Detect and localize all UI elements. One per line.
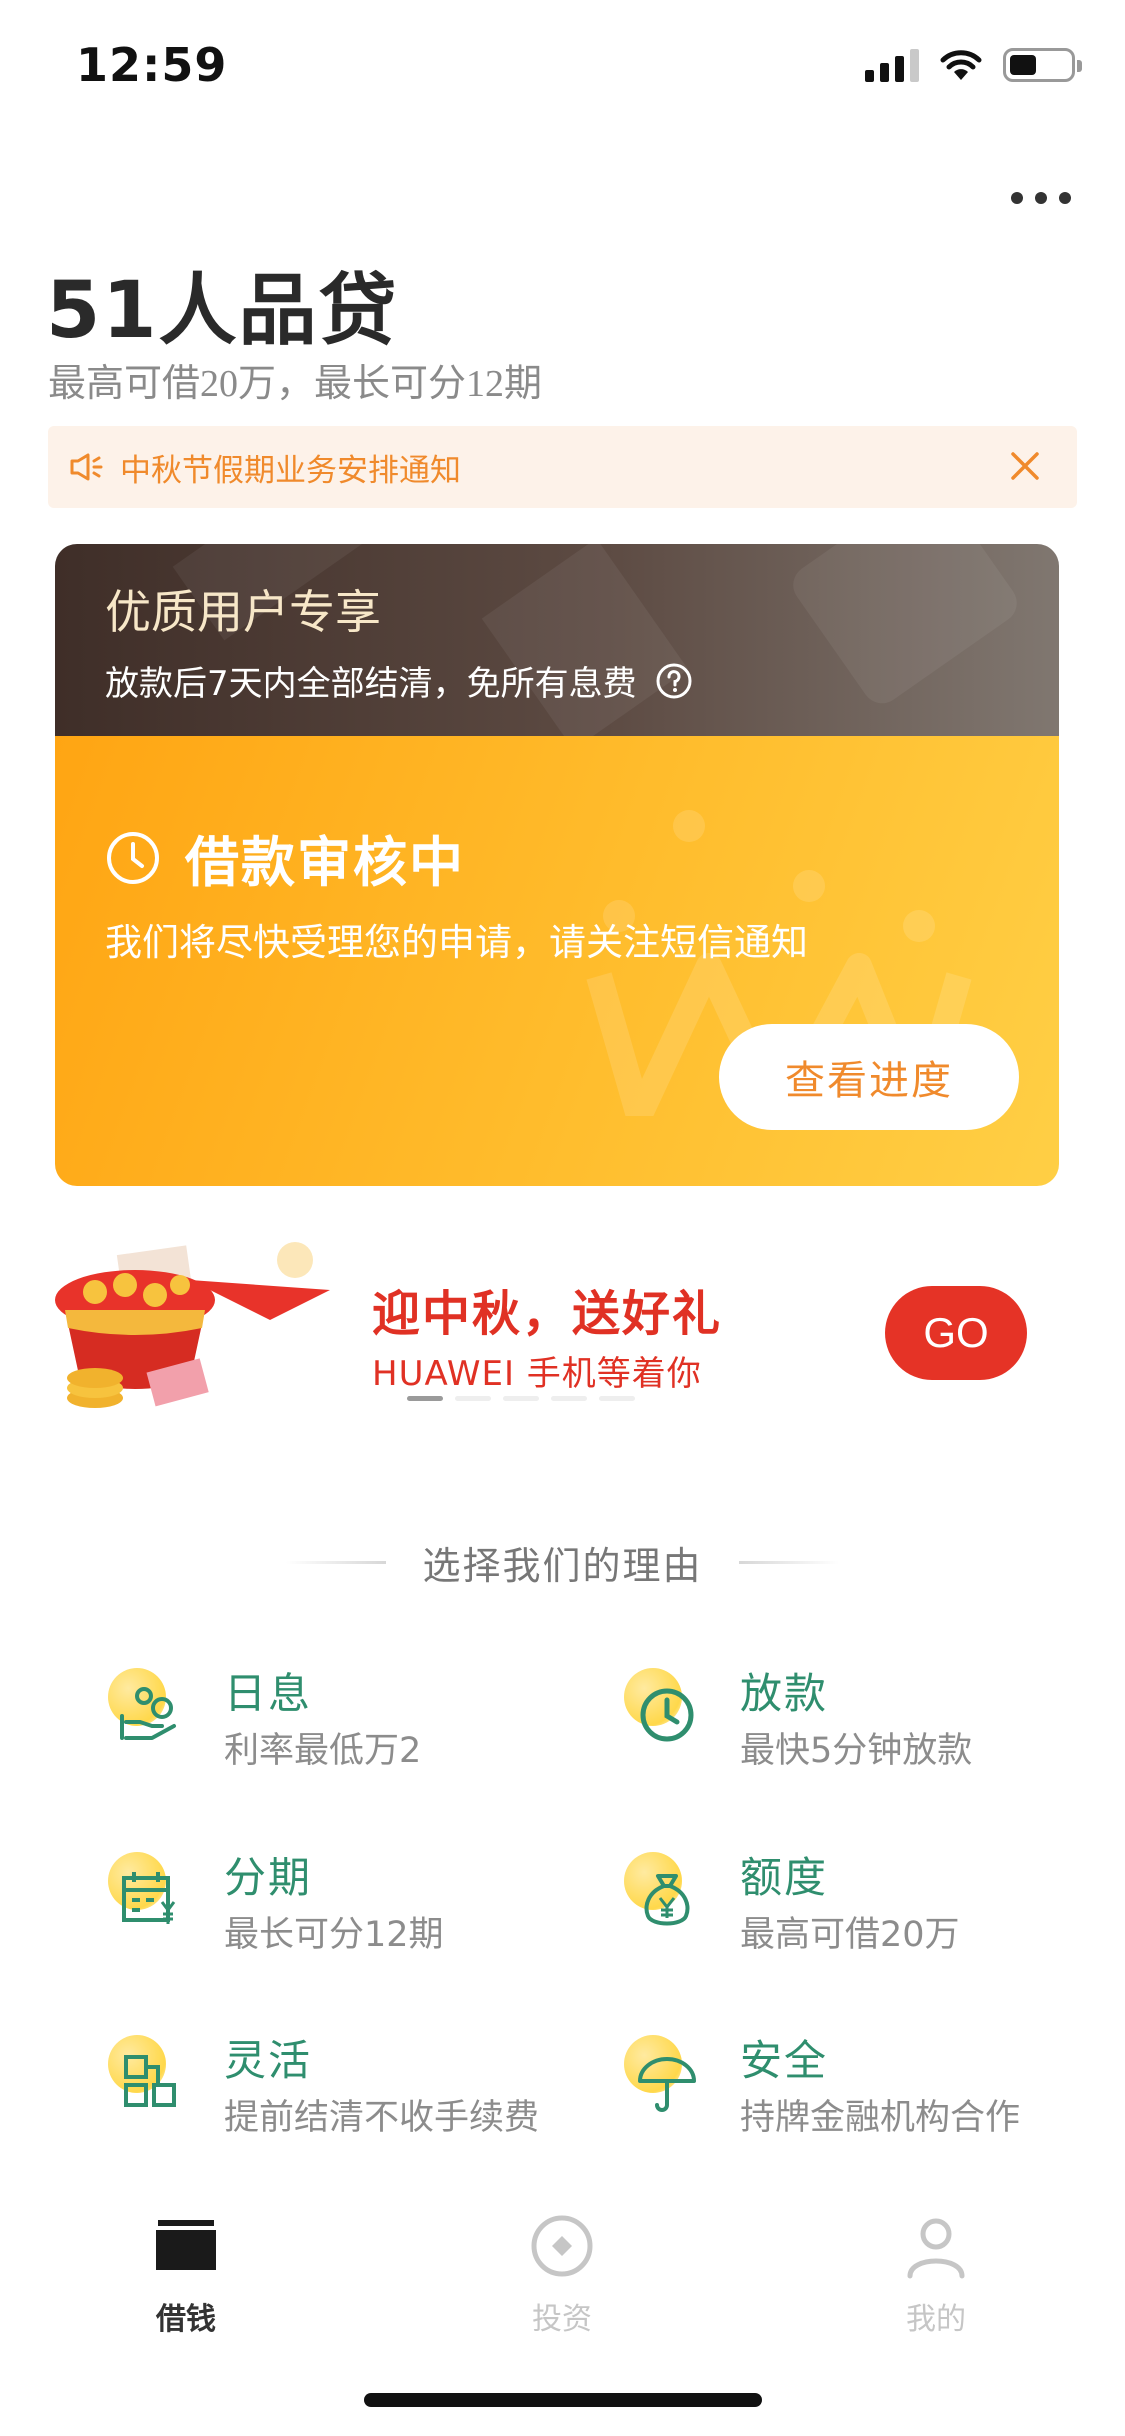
battery-icon: [1003, 48, 1082, 82]
reasons-heading-text: 选择我们的理由: [422, 1544, 703, 1588]
feature-title: 安全: [740, 2036, 829, 2085]
tab-label: 借钱: [156, 2302, 216, 2337]
go-button[interactable]: GO: [885, 1286, 1027, 1380]
premium-subtitle-row: 放款后7天内全部结清，免所有息费: [105, 656, 693, 705]
tab-borrow[interactable]: 借钱: [96, 2210, 276, 2340]
tab-label: 我的: [906, 2302, 966, 2337]
feature-desc: 利率最低万2: [224, 1731, 422, 1771]
blocks-icon: [124, 2055, 176, 2107]
coin-icon: [531, 2215, 593, 2277]
tab-profile[interactable]: 我的: [846, 2210, 1026, 2340]
app-title: 51人品贷: [46, 266, 399, 356]
view-progress-button[interactable]: 查看进度: [719, 1024, 1019, 1130]
notice-text: 中秋节假期业务安排通知: [120, 452, 461, 489]
feature-desc: 最快5分钟放款: [740, 1731, 973, 1771]
feature-desc: 最长可分12期: [224, 1915, 444, 1955]
umbrella-icon: [638, 2057, 696, 2112]
feature-desc: 持牌金融机构合作: [740, 2098, 1021, 2138]
carousel-dot[interactable]: [407, 1396, 443, 1401]
tab-invest[interactable]: 投资: [472, 2210, 652, 2340]
feature-title: 放款: [740, 1669, 829, 1718]
gift-basket-illustration: [55, 1242, 330, 1408]
notice-bar[interactable]: 中秋节假期业务安排通知: [48, 426, 1077, 508]
tab-label: 投资: [532, 2302, 592, 2337]
interest-hand-icon: [120, 1687, 176, 1740]
premium-title: 优质用户专享: [105, 585, 381, 639]
feature-security: 安全 持牌金融机构合作: [620, 2027, 1100, 2147]
status-icons: [865, 48, 1082, 82]
carousel-dot[interactable]: [503, 1396, 539, 1401]
clock-icon: [640, 1688, 694, 1742]
feature-daily-interest: 日息 利率最低万2: [104, 1660, 584, 1780]
reasons-heading: 选择我们的理由: [0, 1535, 1125, 1590]
feature-title: 分期: [224, 1853, 313, 1902]
feature-desc: 提前结清不收手续费: [224, 2098, 540, 2138]
feature-title: 灵活: [224, 2036, 313, 2085]
review-status-title: 借款审核中: [185, 831, 465, 894]
feature-title: 日息: [224, 1669, 313, 1718]
premium-user-header: 优质用户专享 放款后7天内全部结清，免所有息费: [55, 544, 1059, 750]
cellular-signal-icon: [865, 48, 919, 82]
app-subtitle: 最高可借20万，最长可分12期: [48, 363, 543, 405]
status-time: 12:59: [76, 38, 228, 92]
wifi-icon: [940, 50, 982, 80]
speaker-icon: [70, 453, 103, 481]
calendar-yen-icon: [122, 1872, 176, 1924]
carousel-dot[interactable]: [551, 1396, 587, 1401]
banner-title: 迎中秋，送好礼: [372, 1286, 723, 1342]
review-status-row: 借款审核中: [105, 818, 465, 897]
review-status-panel: 借款审核中 我们将尽快受理您的申请，请关注短信通知 查看进度: [55, 736, 1059, 1186]
carousel-dot[interactable]: [455, 1396, 491, 1401]
wallet-icon: [156, 2220, 216, 2270]
more-options-button[interactable]: [1011, 186, 1071, 210]
carousel-dot[interactable]: [599, 1396, 635, 1401]
feature-disbursement: 放款 最快5分钟放款: [620, 1660, 1100, 1780]
review-status-desc: 我们将尽快受理您的申请，请关注短信通知: [105, 921, 808, 964]
mid-autumn-banner[interactable]: 迎中秋，送好礼 HUAWEI 手机等着你 GO: [40, 1240, 1085, 1420]
home-indicator[interactable]: [364, 2393, 762, 2407]
money-bag-icon: [644, 1874, 690, 1926]
carousel-indicator: [407, 1396, 635, 1401]
help-icon[interactable]: [655, 662, 693, 700]
feature-installments: 分期 最长可分12期: [104, 1844, 584, 1964]
feature-title: 额度: [740, 1853, 829, 1902]
clock-icon: [107, 831, 159, 884]
premium-subtitle: 放款后7天内全部结清，免所有息费: [105, 664, 637, 704]
feature-desc: 最高可借20万: [740, 1915, 960, 1955]
user-icon: [907, 2218, 965, 2279]
status-bar: 12:59: [0, 0, 1125, 132]
feature-credit-limit: 额度 最高可借20万: [620, 1844, 1100, 1964]
feature-flexible: 灵活 提前结清不收手续费: [104, 2027, 584, 2147]
loan-status-card: 优质用户专享 放款后7天内全部结清，免所有息费 借款审核中 我们将尽快受理您的申: [55, 544, 1059, 1186]
banner-subtitle: HUAWEI 手机等着你: [372, 1354, 702, 1394]
bottom-tab-bar: 借钱 投资 我的: [0, 2190, 1125, 2350]
close-icon[interactable]: [1007, 448, 1043, 484]
